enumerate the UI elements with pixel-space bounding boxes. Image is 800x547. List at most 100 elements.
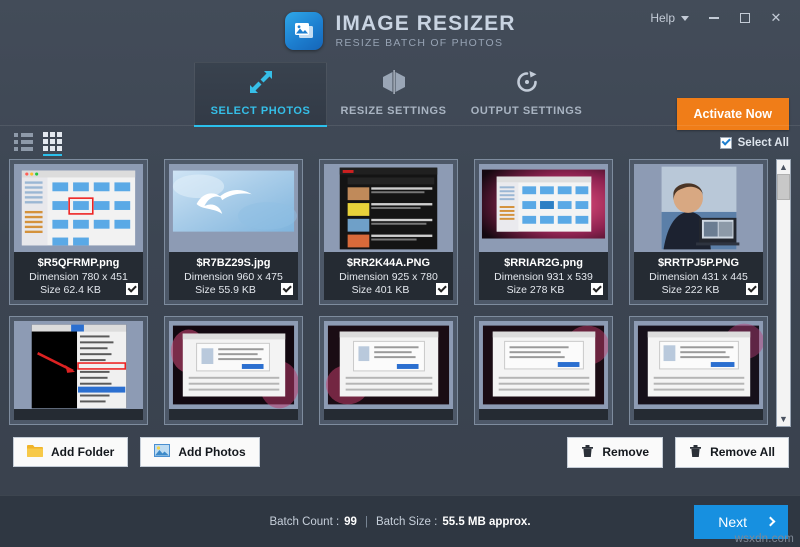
photo-card[interactable]: $R7BZ29S.jpg Dimension 960 x 475 Size 55…: [164, 159, 303, 305]
help-menu-button[interactable]: Help: [642, 7, 697, 29]
photo-grid-area: $R5QFRMP.png Dimension 780 x 451 Size 62…: [9, 159, 791, 431]
photo-size: Size 55.9 KB: [195, 284, 256, 296]
photo-dimension: Dimension 431 x 445: [649, 271, 748, 283]
photo-card[interactable]: [629, 316, 768, 425]
chevron-right-icon: [765, 516, 776, 527]
photo-card[interactable]: [9, 316, 148, 425]
batch-size-label: Batch Size :: [375, 515, 438, 528]
photo-thumbnail: [169, 164, 298, 252]
scroll-down-arrow-icon[interactable]: ▼: [777, 412, 790, 426]
remove-all-label: Remove All: [710, 445, 775, 459]
trash-icon: [689, 444, 702, 461]
photo-checkbox[interactable]: [281, 283, 293, 295]
close-button[interactable]: ✕: [762, 6, 790, 30]
maximize-button[interactable]: [731, 6, 759, 30]
photo-size: Size 62.4 KB: [40, 284, 101, 296]
remove-label: Remove: [602, 445, 650, 459]
action-toolbar: Add Folder Add Photos Remove Remove All: [0, 431, 800, 473]
scroll-up-arrow-icon[interactable]: ▲: [777, 160, 790, 174]
photo-thumbnail: [634, 321, 763, 409]
add-photos-button[interactable]: Add Photos: [140, 437, 260, 467]
photo-thumbnail: [169, 321, 298, 409]
select-all-checkbox[interactable]: Select All: [719, 136, 789, 149]
batch-count-label: Batch Count :: [269, 515, 340, 528]
photo-thumbnail: [14, 164, 143, 252]
view-toolbar: Select All: [0, 126, 800, 159]
title-bar: IMAGE RESIZER RESIZE BATCH OF PHOTOS Hel…: [0, 0, 800, 62]
photo-card[interactable]: [164, 316, 303, 425]
folder-icon: [27, 444, 43, 460]
photo-meta: $R5QFRMP.png Dimension 780 x 451 Size 62…: [14, 252, 143, 300]
tab-output-settings[interactable]: OUTPUT SETTINGS: [460, 62, 593, 126]
activate-now-button[interactable]: Activate Now: [676, 98, 789, 130]
checkmark-icon: [747, 283, 757, 293]
photo-checkbox[interactable]: [126, 283, 138, 295]
photo-card[interactable]: [319, 316, 458, 425]
next-label: Next: [718, 513, 747, 530]
scrollbar-thumb[interactable]: [777, 174, 790, 200]
photo-meta: $RRIAR2G.png Dimension 931 x 539 Size 27…: [479, 252, 608, 300]
photo-checkbox[interactable]: [436, 283, 448, 295]
trash-icon: [581, 444, 594, 461]
batch-summary: Batch Count : 99 | Batch Size : 55.5 MB …: [269, 516, 530, 528]
flip-horizontal-icon: [381, 69, 407, 95]
photo-dimension: Dimension 960 x 475: [184, 271, 283, 283]
app-subtitle: RESIZE BATCH OF PHOTOS: [335, 37, 504, 50]
tab-output-settings-label: OUTPUT SETTINGS: [470, 105, 583, 117]
photo-dimension: Dimension 925 x 780: [339, 271, 438, 283]
photo-dimension: Dimension 780 x 451: [29, 271, 128, 283]
app-brand: IMAGE RESIZER RESIZE BATCH OF PHOTOS: [284, 12, 516, 50]
photo-meta: [14, 409, 143, 420]
add-folder-button[interactable]: Add Folder: [13, 437, 129, 467]
photo-meta: $RRTPJ5P.PNG Dimension 431 x 445 Size 22…: [634, 252, 763, 300]
batch-separator: |: [364, 515, 368, 528]
close-icon: ✕: [770, 10, 782, 25]
resize-arrows-icon: [248, 69, 274, 95]
photo-card[interactable]: $RRTPJ5P.PNG Dimension 431 x 445 Size 22…: [629, 159, 768, 305]
tab-resize-settings-label: RESIZE SETTINGS: [340, 105, 447, 117]
add-folder-label: Add Folder: [51, 445, 115, 459]
photo-card[interactable]: [474, 316, 613, 425]
photo-size: Size 222 KB: [661, 284, 720, 296]
tab-select-photos[interactable]: SELECT PHOTOS: [194, 62, 327, 127]
photo-card[interactable]: $RRIAR2G.png Dimension 931 x 539 Size 27…: [474, 159, 613, 305]
remove-button[interactable]: Remove: [567, 436, 664, 468]
photo-meta: $RR2K44A.PNG Dimension 925 x 780 Size 40…: [324, 252, 453, 300]
tab-select-photos-label: SELECT PHOTOS: [210, 105, 311, 117]
batch-count-value: 99: [344, 515, 357, 528]
list-view-button[interactable]: [9, 130, 38, 156]
watermark: wsxdn.com: [734, 533, 794, 545]
grid-view-button[interactable]: [38, 129, 67, 156]
tab-resize-settings[interactable]: RESIZE SETTINGS: [327, 62, 460, 126]
photo-thumbnail: [634, 164, 763, 252]
grid-view-icon: [43, 132, 62, 151]
checkmark-icon: [721, 136, 731, 146]
photo-card[interactable]: $RR2K44A.PNG Dimension 925 x 780 Size 40…: [319, 159, 458, 305]
photo-thumbnail: [479, 321, 608, 409]
checkmark-icon: [127, 283, 137, 293]
select-all-label: Select All: [737, 136, 789, 149]
photo-dimension: Dimension 931 x 539: [494, 271, 593, 283]
grid-scrollbar[interactable]: ▲ ▼: [776, 159, 791, 427]
photo-name: $RRTPJ5P.PNG: [657, 257, 740, 269]
photo-meta: [324, 409, 453, 420]
photo-meta: $R7BZ29S.jpg Dimension 960 x 475 Size 55…: [169, 252, 298, 300]
footer-bar: Batch Count : 99 | Batch Size : 55.5 MB …: [0, 495, 800, 547]
photo-name: $RRIAR2G.png: [504, 257, 583, 269]
image-icon: [154, 444, 171, 460]
minimize-icon: [709, 17, 719, 19]
photo-checkbox[interactable]: [591, 283, 603, 295]
app-logo-icon: [284, 12, 323, 50]
checkmark-icon: [437, 283, 447, 293]
photo-checkbox[interactable]: [746, 283, 758, 295]
select-all-checkbox-box: [719, 136, 732, 149]
minimize-button[interactable]: [700, 6, 728, 30]
photo-thumbnail: [479, 164, 608, 252]
checkmark-icon: [282, 283, 292, 293]
photo-name: $R7BZ29S.jpg: [196, 257, 271, 269]
remove-all-button[interactable]: Remove All: [675, 436, 789, 468]
photo-size: Size 278 KB: [506, 284, 565, 296]
photo-meta: [634, 409, 763, 420]
photo-card[interactable]: $R5QFRMP.png Dimension 780 x 451 Size 62…: [9, 159, 148, 305]
chevron-down-icon: [681, 15, 689, 21]
